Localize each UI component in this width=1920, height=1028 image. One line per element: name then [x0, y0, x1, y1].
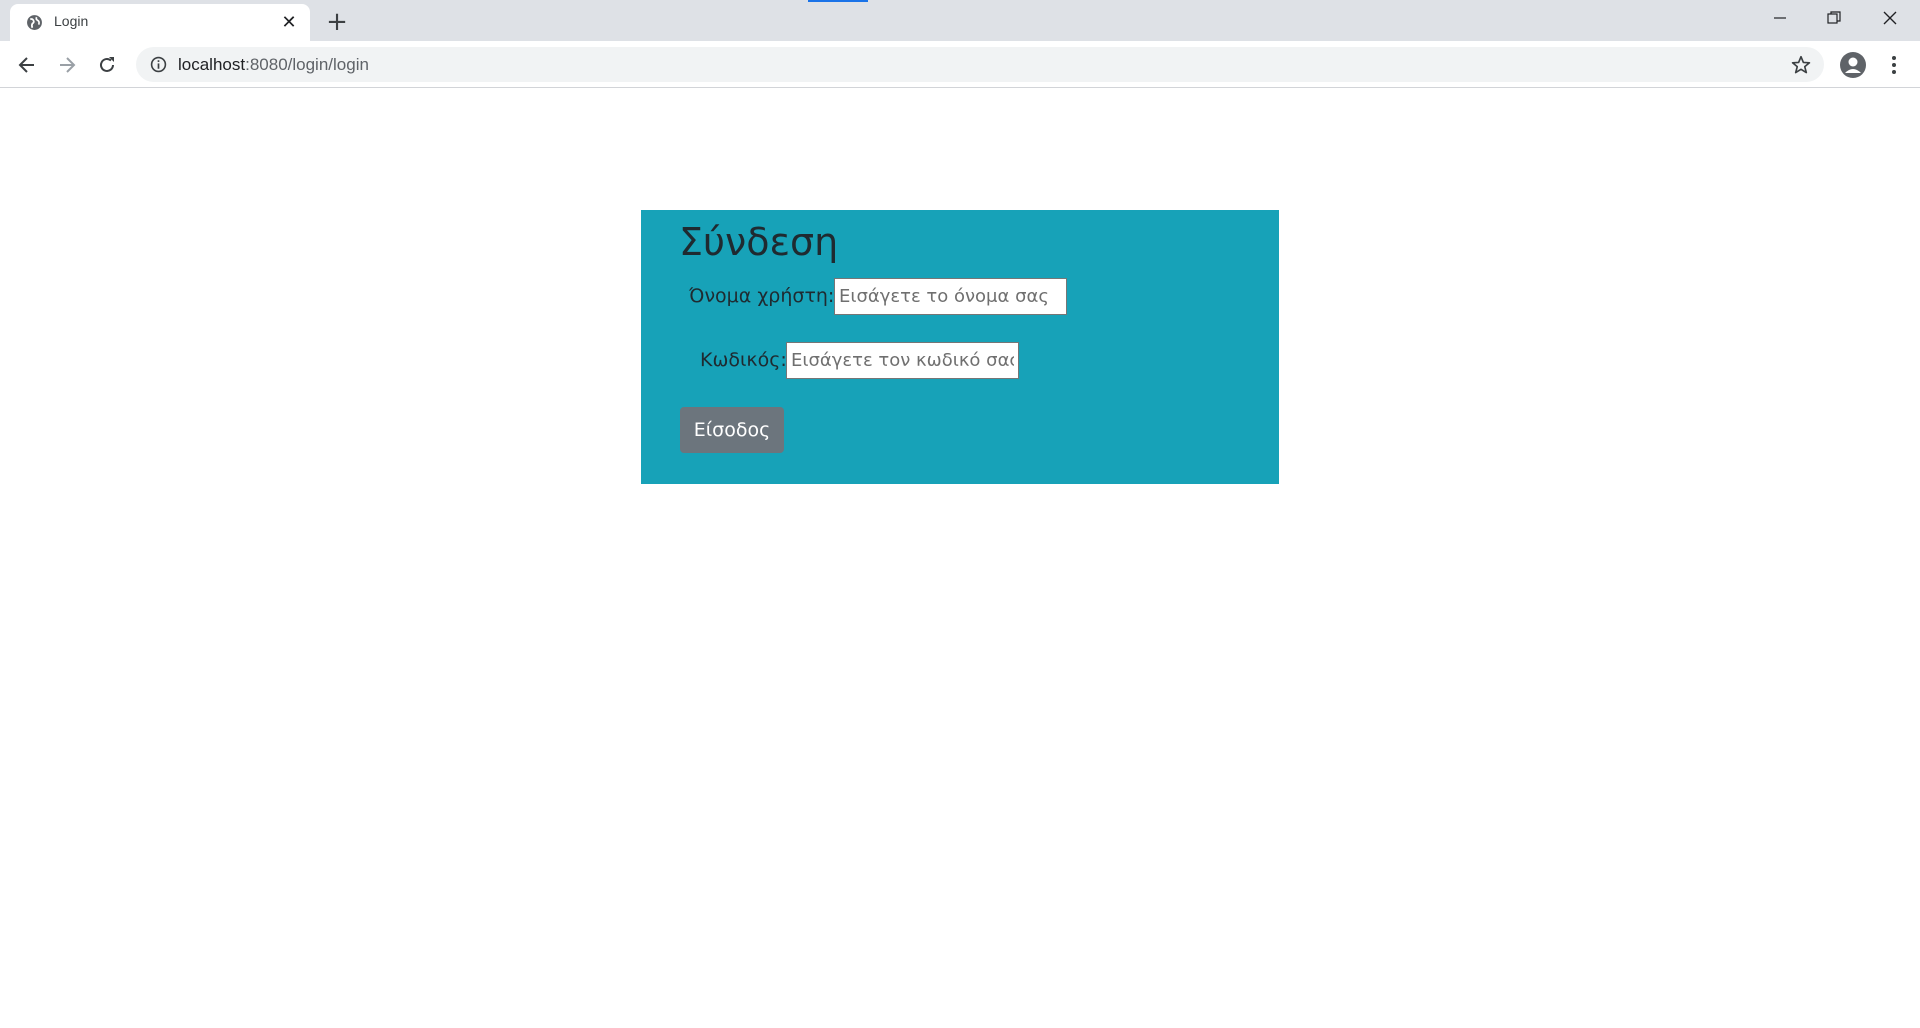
username-input[interactable]: [834, 278, 1067, 315]
minimize-icon[interactable]: [1752, 0, 1808, 36]
star-icon[interactable]: [1790, 54, 1812, 76]
restore-icon[interactable]: [1806, 0, 1862, 36]
close-icon[interactable]: [1862, 0, 1918, 36]
url-text[interactable]: localhost:8080/login/login: [178, 55, 369, 75]
account-icon[interactable]: [1838, 50, 1868, 80]
login-panel: Σύνδεση Όνομα χρήστη: Κωδικός: Είσοδος: [641, 210, 1279, 484]
tab-strip: Login ✕ +: [0, 0, 1920, 41]
password-input[interactable]: [786, 342, 1019, 379]
globe-icon: [27, 15, 42, 30]
page-title: Σύνδεση: [679, 220, 839, 264]
url-path: :8080/login/login: [245, 55, 369, 74]
password-label: Κωδικός:: [700, 349, 787, 371]
username-label: Όνομα χρήστη:: [689, 285, 835, 307]
plus-icon[interactable]: +: [323, 8, 351, 36]
browser-tab[interactable]: Login ✕: [10, 4, 310, 41]
kebab-menu-icon[interactable]: [1880, 51, 1908, 79]
loading-indicator: [808, 0, 868, 2]
tab-title: Login: [54, 13, 89, 29]
arrow-left-icon[interactable]: [13, 51, 41, 79]
info-icon[interactable]: [150, 56, 167, 73]
reload-icon[interactable]: [93, 51, 121, 79]
arrow-right-icon[interactable]: [53, 51, 81, 79]
login-button[interactable]: Είσοδος: [680, 407, 784, 453]
url-host: localhost: [178, 55, 246, 74]
browser-toolbar: localhost:8080/login/login: [0, 41, 1920, 88]
address-bar[interactable]: localhost:8080/login/login: [136, 47, 1824, 82]
close-icon[interactable]: ✕: [280, 14, 298, 32]
